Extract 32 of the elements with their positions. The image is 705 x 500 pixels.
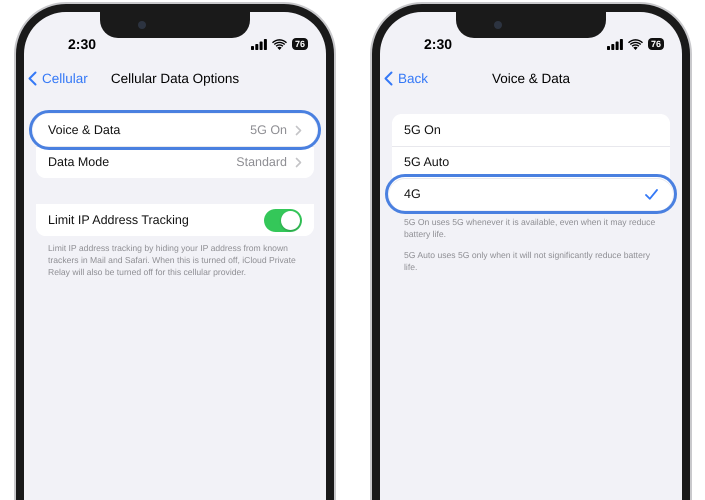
wifi-icon xyxy=(272,38,287,50)
row-label: Data Mode xyxy=(48,155,110,169)
back-chevron-icon[interactable] xyxy=(384,70,393,86)
settings-row[interactable]: Voice & Data 5G On xyxy=(33,114,317,146)
screen-title: Cellular Data Options xyxy=(110,70,240,86)
signal-icon xyxy=(606,38,623,50)
row-label: 5G On xyxy=(404,123,442,137)
footnote-text: 5G Auto uses 5G only when it will not significantly reduce battery life. xyxy=(404,249,652,273)
back-link[interactable]: Cellular xyxy=(28,70,111,86)
status-time: 2:30 xyxy=(68,36,96,52)
status-time: 2:30 xyxy=(424,36,452,52)
footnote-text: Limit IP address tracking by hiding your IP address from known trackers in Mail and Safari. When this is turned off, iCloud Private Relay will also be turned off for this cellular provider. xyxy=(48,242,297,278)
checkmark-icon xyxy=(645,188,658,200)
toggle-switch[interactable] xyxy=(264,208,302,232)
screen-title: Voice & Data xyxy=(492,70,570,86)
chevron-icon xyxy=(295,156,302,168)
row-label: Voice & Data xyxy=(48,123,122,137)
back-link[interactable]: Back xyxy=(384,70,492,86)
row-label: Limit IP Address Tracking xyxy=(48,213,190,227)
settings-row[interactable]: 4G xyxy=(389,178,673,210)
row-label: 5G Auto xyxy=(404,155,450,169)
battery-badge: 76 xyxy=(292,38,308,50)
footnote-text: 5G On uses 5G whenever it is available, even when it may reduce battery life. xyxy=(404,216,656,240)
signal-icon xyxy=(250,38,267,50)
row-value: Standard xyxy=(236,155,287,169)
row-label: 4G xyxy=(404,187,422,201)
settings-row[interactable]: 5G Auto xyxy=(392,146,670,178)
wifi-icon xyxy=(628,38,643,50)
battery-badge: 76 xyxy=(648,38,664,50)
chevron-icon xyxy=(295,124,302,136)
back-chevron-icon[interactable] xyxy=(28,70,37,86)
row-value: 5G On xyxy=(250,123,287,137)
